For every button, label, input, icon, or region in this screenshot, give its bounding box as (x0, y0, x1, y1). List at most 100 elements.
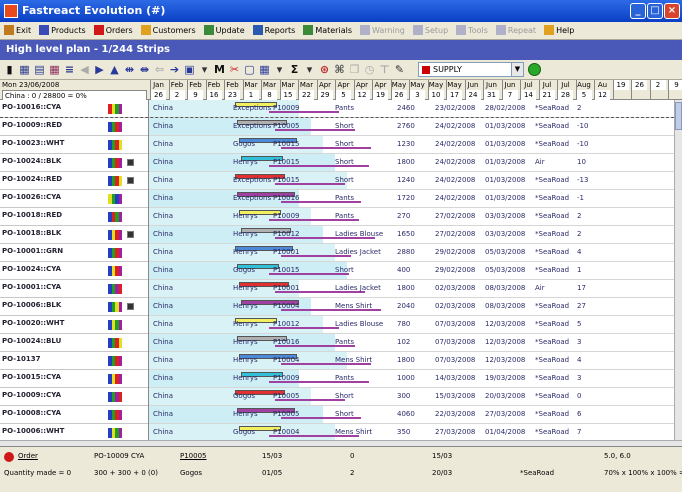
date-column[interactable]: Jun 7 (501, 80, 518, 100)
date-column[interactable]: May 10 (427, 80, 444, 100)
date-column[interactable]: 26 (631, 80, 647, 100)
gantt-row[interactable]: China Henrys P10012 Ladies Blouse 780 07/03/2… (149, 316, 674, 334)
order-row[interactable]: PO-10015::CYA (0, 370, 148, 388)
maximize-button[interactable]: □ (647, 3, 663, 19)
date-column[interactable]: Mar 1 (242, 80, 259, 100)
date-column[interactable]: Feb 2 (168, 80, 185, 100)
date-column[interactable]: Jun 31 (483, 80, 499, 100)
copy-icon[interactable]: ❐ (348, 63, 361, 76)
date-column[interactable]: Apr 29 (316, 80, 333, 100)
date-column[interactable]: 19 (612, 80, 629, 100)
gantt-row[interactable]: China Henrys P10004 Mens Shirt 2040 02/03/200… (149, 298, 674, 316)
order-row[interactable]: PO-10001::GRN (0, 244, 148, 262)
date-column[interactable]: Feb 16 (205, 80, 222, 100)
order-row[interactable]: PO-10016::CYA (0, 100, 148, 118)
arrow-right-icon[interactable]: ▶ (93, 63, 106, 76)
vertical-scrollbar[interactable] (674, 100, 682, 440)
menu-setup[interactable]: Setup (409, 22, 452, 39)
date-column[interactable]: Au 12 (594, 80, 610, 100)
globe-icon[interactable]: ⊛ (318, 63, 331, 76)
menu-repeat[interactable]: Repeat (492, 22, 540, 39)
calendar-icon[interactable]: ▦ (258, 63, 271, 76)
menu-reports[interactable]: Reports (249, 22, 300, 39)
clock-icon[interactable]: ◷ (363, 63, 376, 76)
date-column[interactable]: May 3 (409, 80, 425, 100)
gantt-row[interactable]: China Exceptions P10015 Short 1240 24/02/2008… (149, 172, 674, 190)
order-row[interactable]: PO-10026::CYA (0, 190, 148, 208)
gantt-row[interactable]: China Henrys P10015 Short 1800 24/02/2008 01/0… (149, 154, 674, 172)
order-row[interactable]: PO-10006::WHT (0, 424, 148, 440)
date-column[interactable]: Mar 22 (298, 80, 314, 100)
cut-icon[interactable]: ✂ (228, 63, 241, 76)
order-row[interactable]: PO-10024::CYA (0, 262, 148, 280)
sum-icon[interactable]: Σ (288, 63, 301, 76)
pencil-icon[interactable]: ✎ (393, 63, 406, 76)
gantt-row[interactable]: China Henrys P10005 Short 4060 22/03/2008 27/0… (149, 406, 674, 424)
gantt-row[interactable]: China Henrys P10009 Pants 1000 14/03/2008 19/0… (149, 370, 674, 388)
menu-tools[interactable]: Tools (452, 22, 492, 39)
date-column[interactable]: Aug 5 (575, 80, 592, 100)
order-row[interactable]: PO-10023::WHT (0, 136, 148, 154)
date-column[interactable]: Apr 5 (335, 80, 351, 100)
date-column[interactable]: 9 (668, 80, 682, 100)
gantt-row[interactable]: China Gogos P10004 Mens Shirt 350 27/03/2008 0… (149, 424, 674, 440)
order-row[interactable]: PO-10024::BLU (0, 334, 148, 352)
date-column[interactable]: Apr 12 (353, 80, 370, 100)
menu-products[interactable]: Products (35, 22, 90, 39)
filter-icon[interactable]: ⌘ (333, 63, 346, 76)
supply-select[interactable]: SUPPLY ▼ (418, 62, 524, 77)
date-column[interactable]: Jan 26 (150, 80, 166, 100)
date-column[interactable]: Jul 14 (520, 80, 536, 100)
date-column[interactable]: Jul 21 (538, 80, 555, 100)
gantt-row[interactable]: China Exceptions P10009 Pants 2460 23/02/2008… (149, 100, 674, 118)
menu-exit[interactable]: Exit (0, 22, 35, 39)
forward-icon[interactable]: ➔ (168, 63, 181, 76)
close-button[interactable]: × (664, 3, 680, 19)
save-icon[interactable]: ▣ (183, 63, 196, 76)
date-column[interactable]: 2 (649, 80, 666, 100)
box-icon[interactable]: ▢ (243, 63, 256, 76)
order-row[interactable]: PO-10018::RED (0, 208, 148, 226)
merge-icon[interactable]: ⇼ (138, 63, 151, 76)
gantt-row[interactable]: China Henrys P10009 Pants 270 27/02/2008 03/03… (149, 208, 674, 226)
list-icon[interactable]: ≡ (63, 63, 76, 76)
multi-grid-icon[interactable]: ▦ (48, 63, 61, 76)
dropdown-icon[interactable]: ▾ (198, 63, 211, 76)
date-column[interactable]: Feb 23 (224, 80, 240, 100)
split-icon[interactable]: ⇹ (123, 63, 136, 76)
gantt-row[interactable]: China Henrys P10001 Ladies Jacket 1800 02/03/… (149, 280, 674, 298)
menu-orders[interactable]: Orders (90, 22, 137, 39)
gantt-row[interactable]: China Gogos P10015 Short 1230 24/02/2008 01/03… (149, 136, 674, 154)
menu-help[interactable]: Help (540, 22, 578, 39)
grid-icon[interactable]: ▦ (18, 63, 31, 76)
gantt-row[interactable]: China Gogos P10005 Short 300 15/03/2008 20/03/… (149, 388, 674, 406)
go-icon[interactable] (528, 63, 541, 76)
gantt-row[interactable]: China Henrys P10004 Mens Shirt 1800 07/03/200… (149, 352, 674, 370)
date-column[interactable]: Jul 28 (557, 80, 573, 100)
order-row[interactable]: PO-10006::BLK (0, 298, 148, 316)
gantt-row[interactable]: China Henrys P10001 Ladies Jacket 2880 29/02/… (149, 244, 674, 262)
dropdown-icon[interactable]: ▾ (273, 63, 286, 76)
gantt-row[interactable]: China Henrys P10016 Pants 102 07/03/2008 12/03… (149, 334, 674, 352)
order-row[interactable]: PO-10018::BLK (0, 226, 148, 244)
gantt-row[interactable]: China Exceptions P10016 Pants 1720 24/02/2008… (149, 190, 674, 208)
table-icon[interactable]: ▤ (33, 63, 46, 76)
order-row[interactable]: PO-10009::CYA (0, 388, 148, 406)
menu-update[interactable]: Update (200, 22, 249, 39)
arrow-left-icon[interactable]: ◀ (78, 63, 91, 76)
date-column[interactable]: May 26 (390, 80, 407, 100)
order-row[interactable]: PO-10024::BLK (0, 154, 148, 172)
date-column[interactable]: Mar 8 (261, 80, 277, 100)
order-row[interactable]: PO-10001::CYA (0, 280, 148, 298)
status-product-link[interactable]: P10005 (180, 452, 207, 460)
order-row[interactable]: PO-10137 (0, 352, 148, 370)
arrow-up-icon[interactable]: ▲ (108, 63, 121, 76)
date-column[interactable]: May 17 (446, 80, 462, 100)
back-icon[interactable]: ⇦ (153, 63, 166, 76)
minimize-button[interactable]: _ (630, 3, 646, 19)
find-icon[interactable]: M (213, 63, 226, 76)
date-column[interactable]: Mar 15 (279, 80, 296, 100)
order-link[interactable]: Order (18, 452, 38, 460)
date-column[interactable]: Feb 9 (187, 80, 203, 100)
order-row[interactable]: PO-10020::WHT (0, 316, 148, 334)
